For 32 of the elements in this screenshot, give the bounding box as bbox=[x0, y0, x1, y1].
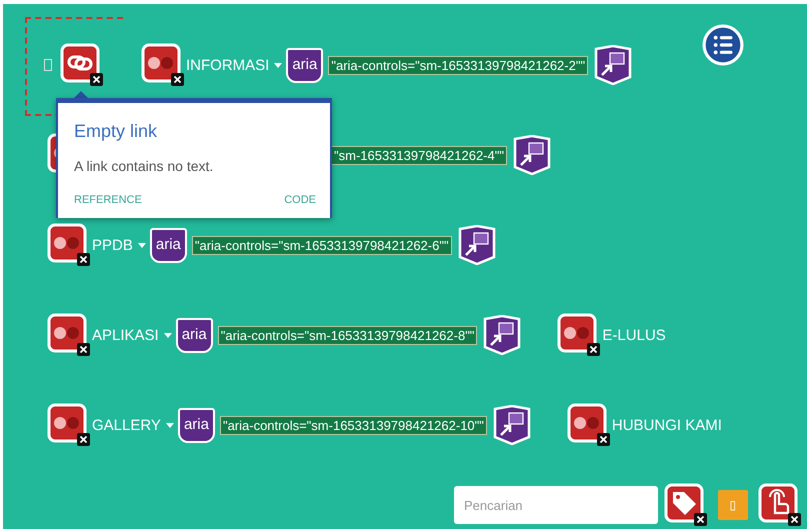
tooltip-title: Empty link bbox=[74, 121, 158, 142]
menu-label[interactable]: PPDB bbox=[92, 236, 133, 254]
tooltip-text: A link contains no text. bbox=[74, 158, 214, 174]
checkbox-icon bbox=[44, 59, 52, 71]
expand-icon[interactable] bbox=[458, 225, 496, 265]
aria-attribute-text: "aria-controls="sm-16533139798421262-2"" bbox=[328, 56, 588, 74]
tooltip-link[interactable]: REFERENCE bbox=[74, 194, 142, 206]
aria-badge: aria bbox=[178, 408, 215, 442]
square-button[interactable]: ▯ bbox=[718, 490, 748, 520]
menu-link[interactable]: E-LULUS bbox=[602, 326, 666, 344]
aria-attribute-text: "aria-controls="sm-16533139798421262-6"" bbox=[192, 236, 452, 254]
aria-badge: aria bbox=[150, 228, 187, 262]
expand-icon[interactable] bbox=[483, 315, 522, 355]
caret-icon bbox=[166, 422, 174, 428]
menu-label[interactable]: APLIKASI bbox=[92, 326, 159, 344]
caret-icon bbox=[164, 332, 172, 338]
list-icon[interactable] bbox=[702, 24, 744, 66]
expand-icon[interactable] bbox=[594, 45, 632, 85]
menu-link[interactable]: HUBUNGI KAMI bbox=[612, 416, 722, 434]
caret-icon bbox=[274, 62, 282, 68]
aria-attribute-text: "aria-controls="sm-16533139798421262-8"" bbox=[218, 326, 478, 344]
aria-badge: aria bbox=[176, 318, 213, 352]
caret-icon bbox=[138, 242, 146, 248]
expand-icon[interactable] bbox=[492, 405, 531, 445]
menu-label[interactable]: INFORMASI bbox=[186, 56, 270, 74]
expand-icon[interactable] bbox=[512, 135, 551, 175]
aria-attribute-text: "aria-controls="sm-16533139798421262-10"" bbox=[220, 416, 487, 434]
aria-badge: aria bbox=[286, 48, 324, 82]
menu-label[interactable]: GALLERY bbox=[92, 416, 161, 434]
search-field[interactable]: Pencarian bbox=[454, 486, 658, 524]
tooltip-link[interactable]: CODE bbox=[284, 194, 316, 206]
aria-attribute-text: "sm-16533139798421262-4"" bbox=[331, 146, 507, 164]
